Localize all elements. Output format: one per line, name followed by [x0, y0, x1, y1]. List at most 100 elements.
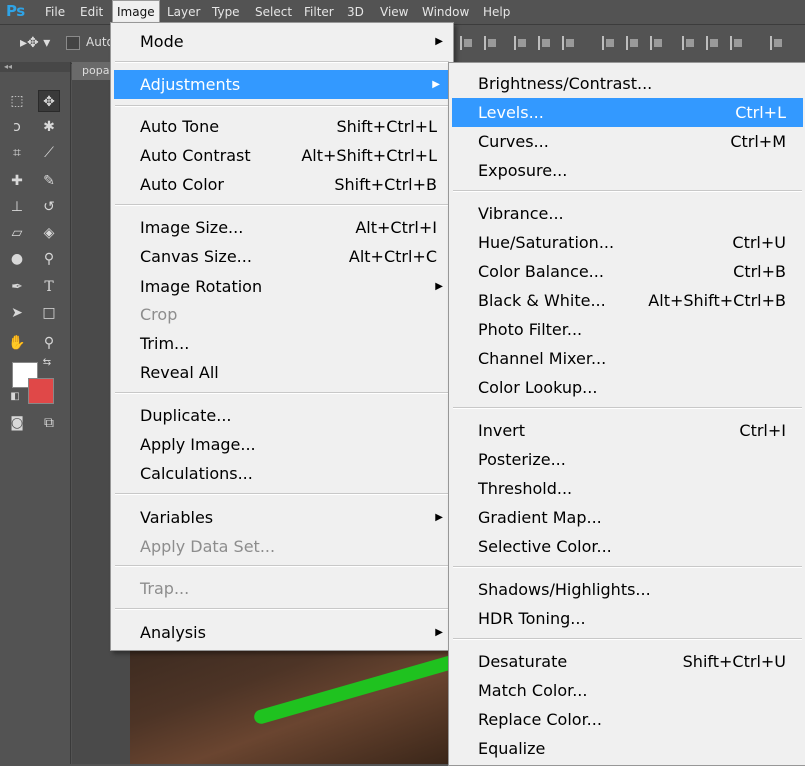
- image-menu-auto-tone[interactable]: Auto Tone Shift+Ctrl+L: [111, 112, 453, 141]
- magic-wand-tool-icon[interactable]: ✱: [38, 116, 60, 138]
- distribute-hcenter-icon[interactable]: [706, 36, 720, 50]
- menu-separator: [115, 61, 449, 63]
- adj-shadows-highlights[interactable]: Shadows/Highlights...: [449, 575, 805, 604]
- document-tab[interactable]: popa: [72, 62, 112, 80]
- swap-colors-icon[interactable]: ⇆: [40, 356, 54, 370]
- default-colors-icon[interactable]: ◧: [8, 390, 22, 404]
- adj-posterize[interactable]: Posterize...: [449, 445, 805, 474]
- menu-view[interactable]: View: [376, 0, 412, 24]
- adj-color-lookup[interactable]: Color Lookup...: [449, 373, 805, 402]
- image-menu-image-rotation[interactable]: Image Rotation ▶: [111, 272, 453, 301]
- menu-file[interactable]: File: [41, 0, 69, 24]
- screen-mode-icon[interactable]: ⧉: [38, 412, 60, 434]
- image-menu-mode[interactable]: Mode ▶: [111, 27, 453, 56]
- background-color-swatch[interactable]: [28, 378, 54, 404]
- adj-threshold[interactable]: Threshold...: [449, 474, 805, 503]
- menu-select[interactable]: Select: [251, 0, 296, 24]
- align-top-icon[interactable]: [460, 36, 474, 50]
- path-selection-tool-icon[interactable]: ➤: [6, 302, 28, 324]
- brush-tool-icon[interactable]: ✎: [38, 170, 60, 192]
- lasso-tool-icon[interactable]: ↄ: [6, 116, 28, 138]
- adj-vibrance[interactable]: Vibrance...: [449, 199, 805, 228]
- distribute-bottom-icon[interactable]: [650, 36, 664, 50]
- hand-tool-icon[interactable]: ✋: [6, 332, 28, 354]
- menu-type[interactable]: Type: [208, 0, 244, 24]
- distribute-right-icon[interactable]: [730, 36, 744, 50]
- adj-photo-filter[interactable]: Photo Filter...: [449, 315, 805, 344]
- history-brush-tool-icon[interactable]: ↺: [38, 196, 60, 218]
- adj-replace-color[interactable]: Replace Color...: [449, 705, 805, 734]
- submenu-arrow-icon: ▶: [435, 627, 443, 638]
- align-vertical-center-icon[interactable]: [484, 36, 498, 50]
- menu-3d[interactable]: 3D: [343, 0, 368, 24]
- image-menu-analysis[interactable]: Analysis ▶: [111, 618, 453, 647]
- adj-color-balance[interactable]: Color Balance... Ctrl+B: [449, 257, 805, 286]
- menu-image[interactable]: Image: [112, 0, 160, 24]
- adj-desaturate[interactable]: Desaturate Shift+Ctrl+U: [449, 647, 805, 676]
- submenu-arrow-icon: ▶: [432, 79, 440, 90]
- align-left-icon[interactable]: [538, 36, 552, 50]
- image-menu-auto-contrast[interactable]: Auto Contrast Alt+Shift+Ctrl+L: [111, 141, 453, 170]
- dodge-tool-icon[interactable]: ⚲: [38, 248, 60, 270]
- distribute-top-icon[interactable]: [602, 36, 616, 50]
- tools-panel-collapse-icon[interactable]: ◂◂: [0, 62, 70, 72]
- menu-help[interactable]: Help: [479, 0, 514, 24]
- pen-tool-icon[interactable]: ✒: [6, 276, 28, 298]
- paint-bucket-tool-icon[interactable]: ◈: [38, 222, 60, 244]
- image-menu-trap: Trap...: [140, 579, 190, 598]
- adj-channel-mixer[interactable]: Channel Mixer...: [449, 344, 805, 373]
- align-bottom-icon[interactable]: [514, 36, 528, 50]
- distribute-left-icon[interactable]: [682, 36, 696, 50]
- blur-tool-icon[interactable]: ●: [6, 248, 28, 270]
- move-tool-preset-icon[interactable]: ▸✥ ▾: [20, 35, 50, 51]
- healing-brush-tool-icon[interactable]: ✚: [6, 170, 28, 192]
- menu-separator: [115, 105, 449, 107]
- image-menu-auto-color[interactable]: Auto Color Shift+Ctrl+B: [111, 170, 453, 199]
- align-horizontal-center-icon[interactable]: [562, 36, 576, 50]
- clone-stamp-tool-icon[interactable]: ⊥: [6, 196, 28, 218]
- adj-invert[interactable]: Invert Ctrl+I: [449, 416, 805, 445]
- marquee-tool-icon[interactable]: ⬚: [6, 90, 28, 112]
- image-menu-apply-data-set: Apply Data Set...: [140, 537, 276, 556]
- menu-filter[interactable]: Filter: [300, 0, 338, 24]
- tools-panel: ◂◂ ⬚ ✥ ↄ ✱ ⌗ ⟋ ✚ ✎ ⊥ ↺ ▱ ◈ ● ⚲ ✒ T ➤ □ ✋…: [0, 62, 71, 764]
- image-menu-trim[interactable]: Trim...: [111, 329, 453, 358]
- image-menu-adjustments[interactable]: Adjustments ▶: [114, 70, 450, 99]
- adj-gradient-map[interactable]: Gradient Map...: [449, 503, 805, 532]
- adj-hdr-toning[interactable]: HDR Toning...: [449, 604, 805, 633]
- adj-exposure[interactable]: Exposure...: [449, 156, 805, 185]
- eraser-tool-icon[interactable]: ▱: [6, 222, 28, 244]
- adj-curves[interactable]: Curves... Ctrl+M: [449, 127, 805, 156]
- adj-black-white[interactable]: Black & White... Alt+Shift+Ctrl+B: [449, 286, 805, 315]
- menu-separator: [115, 204, 449, 206]
- menu-window[interactable]: Window: [418, 0, 473, 24]
- adj-selective-color[interactable]: Selective Color...: [449, 532, 805, 561]
- image-menu-variables[interactable]: Variables ▶: [111, 503, 453, 532]
- auto-select-checkbox[interactable]: [66, 36, 80, 50]
- eyedropper-tool-icon[interactable]: ⟋: [38, 142, 60, 164]
- move-tool-icon[interactable]: ✥: [38, 90, 60, 112]
- image-menu-reveal-all[interactable]: Reveal All: [111, 358, 453, 387]
- adj-hue-saturation[interactable]: Hue/Saturation... Ctrl+U: [449, 228, 805, 257]
- image-menu-canvas-size[interactable]: Canvas Size... Alt+Ctrl+C: [111, 242, 453, 271]
- rectangle-tool-icon[interactable]: □: [38, 302, 60, 324]
- crop-tool-icon[interactable]: ⌗: [6, 142, 28, 164]
- menu-layer[interactable]: Layer: [163, 0, 204, 24]
- distribute-center-icon[interactable]: [626, 36, 640, 50]
- submenu-arrow-icon: ▶: [435, 36, 443, 47]
- adj-equalize[interactable]: Equalize: [449, 734, 805, 763]
- image-menu-calculations[interactable]: Calculations...: [111, 459, 453, 488]
- image-menu-crop: Crop: [140, 305, 178, 324]
- quick-mask-icon[interactable]: ◙: [6, 412, 28, 434]
- adj-match-color[interactable]: Match Color...: [449, 676, 805, 705]
- type-tool-icon[interactable]: T: [38, 276, 60, 298]
- adjustments-submenu: Brightness/Contrast... Levels... Ctrl+L …: [448, 62, 805, 766]
- zoom-tool-icon[interactable]: ⚲: [38, 332, 60, 354]
- menu-edit[interactable]: Edit: [76, 0, 107, 24]
- adj-levels[interactable]: Levels... Ctrl+L: [452, 98, 803, 127]
- adj-brightness-contrast[interactable]: Brightness/Contrast...: [449, 69, 805, 98]
- image-menu-image-size[interactable]: Image Size... Alt+Ctrl+I: [111, 213, 453, 242]
- auto-align-layers-icon[interactable]: [770, 36, 784, 50]
- image-menu-apply-image[interactable]: Apply Image...: [111, 430, 453, 459]
- image-menu-duplicate[interactable]: Duplicate...: [111, 401, 453, 430]
